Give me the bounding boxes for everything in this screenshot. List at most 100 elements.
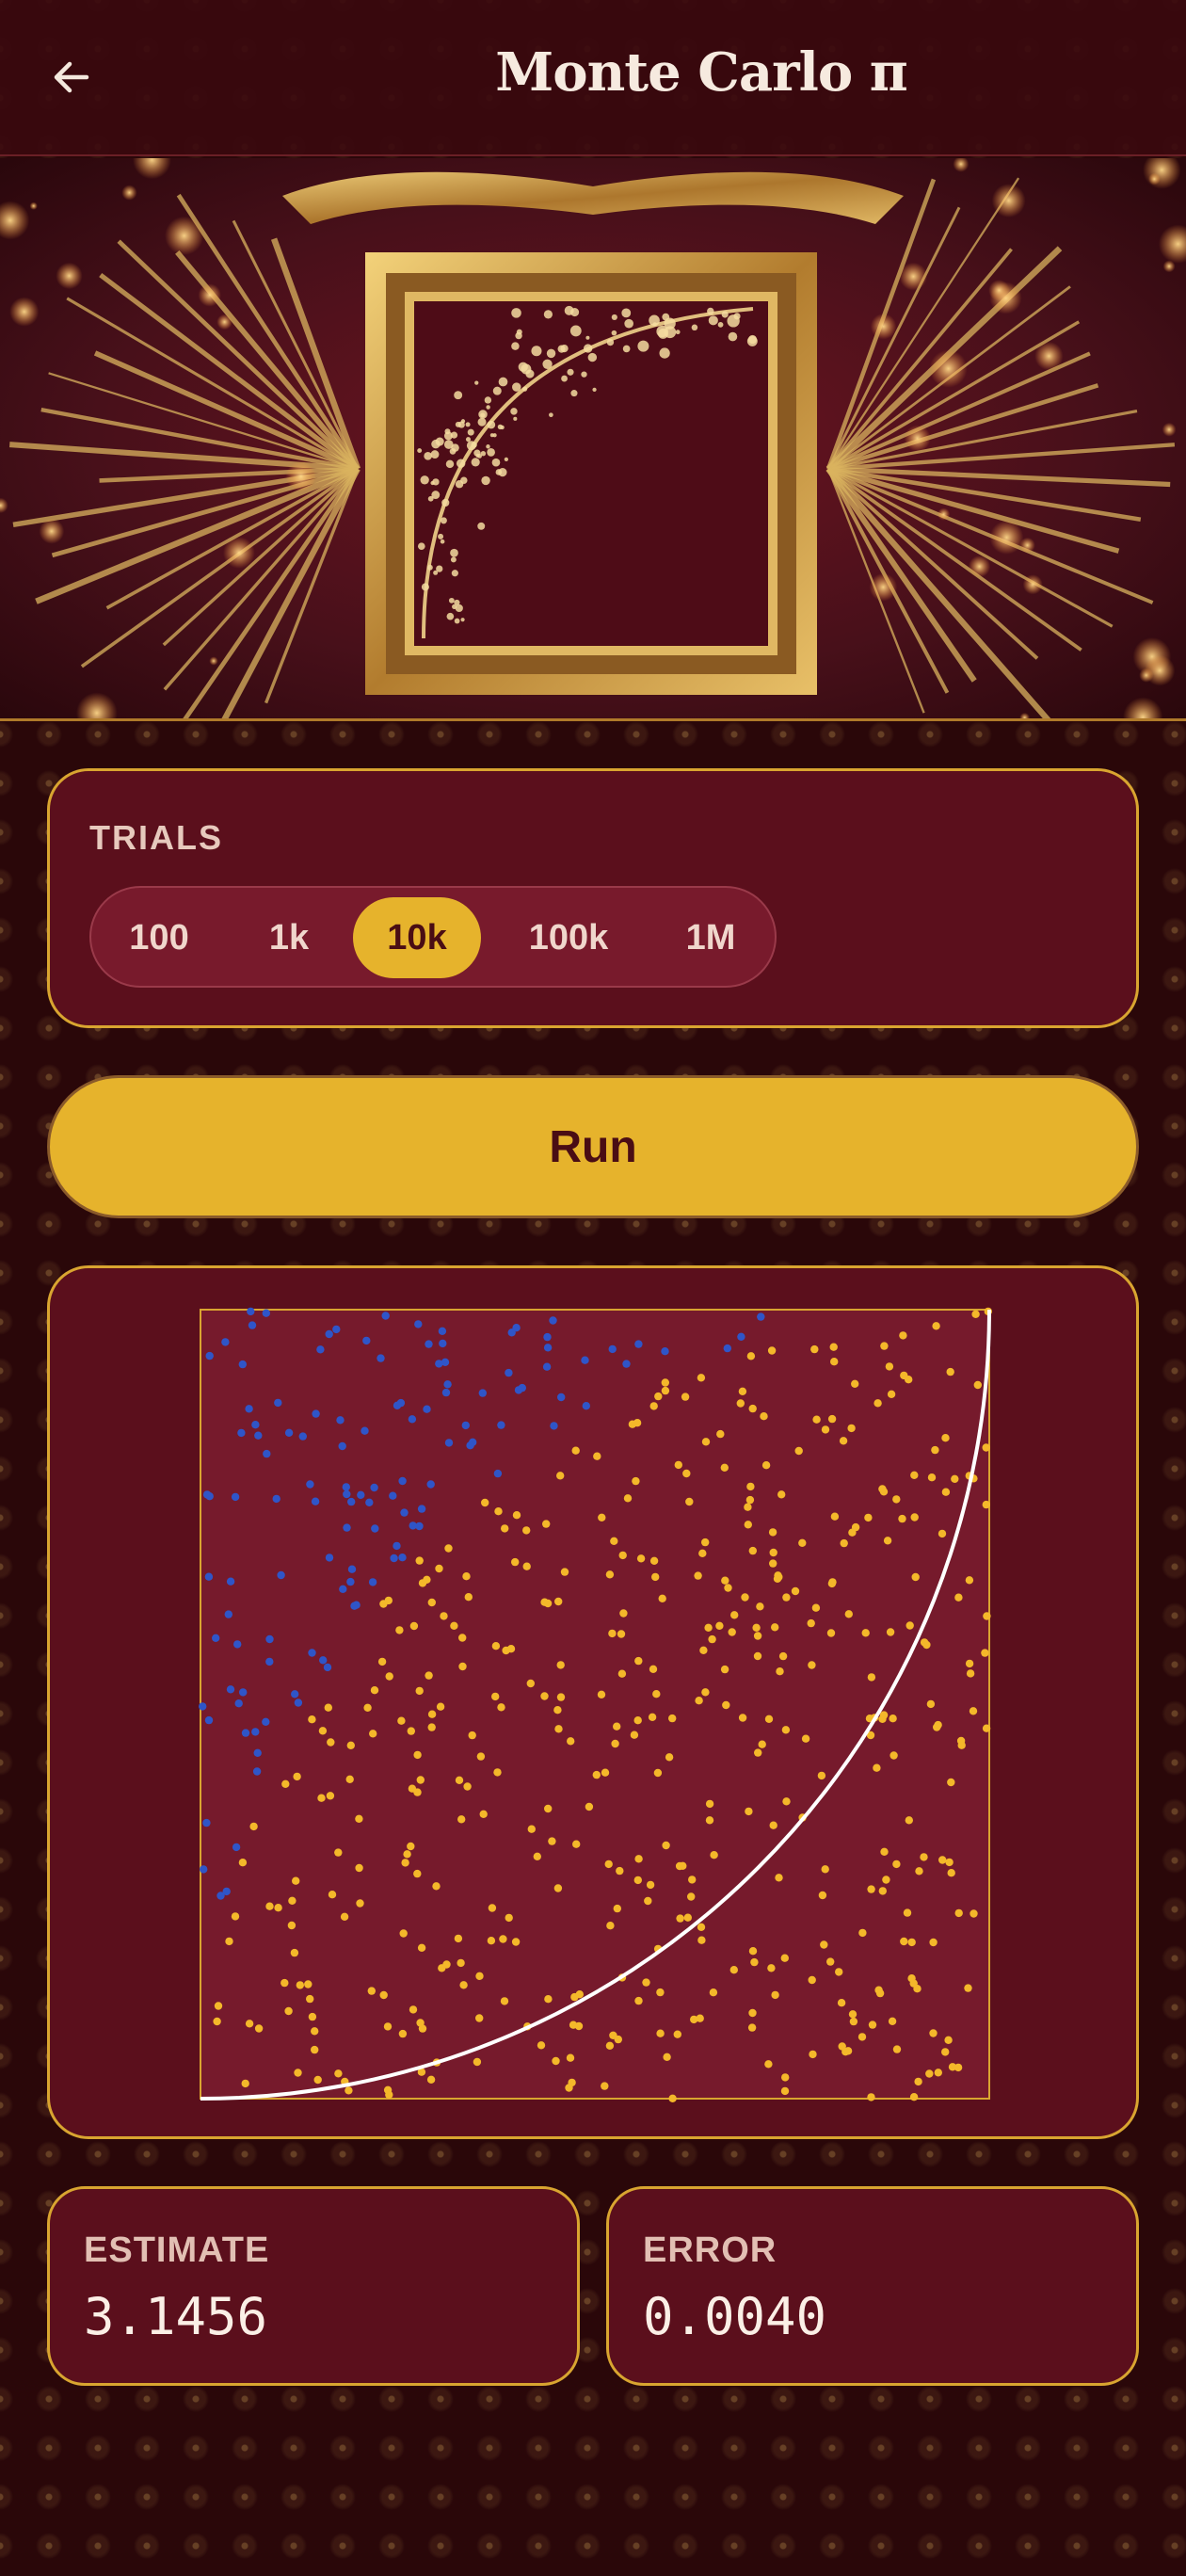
- sample-point-inside: [851, 1379, 859, 1388]
- sample-point-inside: [982, 1500, 990, 1509]
- sample-point-inside: [748, 1546, 757, 1555]
- sample-point-inside: [808, 1975, 816, 1985]
- sample-point-outside: [393, 1541, 401, 1551]
- sample-point-inside: [502, 1646, 510, 1655]
- sample-point-inside: [383, 2022, 393, 2031]
- trials-option-100[interactable]: 100: [103, 897, 216, 978]
- sample-point-inside: [317, 1794, 326, 1802]
- sample-point-inside: [941, 1488, 951, 1496]
- sample-point-inside: [697, 1936, 706, 1944]
- sample-point-inside: [355, 1814, 363, 1823]
- sample-point-inside: [280, 1978, 289, 1988]
- sample-point-outside: [361, 1426, 369, 1435]
- sample-point-inside: [450, 1621, 458, 1630]
- sample-point-inside: [965, 1659, 974, 1668]
- sample-point-outside: [381, 1312, 390, 1320]
- run-button[interactable]: Run: [47, 1075, 1139, 1218]
- sample-point-inside: [403, 1850, 411, 1859]
- sample-point-inside: [287, 1921, 296, 1930]
- sample-point-outside: [557, 1393, 566, 1402]
- sample-point-outside: [253, 1748, 262, 1757]
- sample-point-inside: [476, 1752, 486, 1761]
- sample-point-inside: [890, 1751, 898, 1760]
- sample-point-inside: [736, 1399, 745, 1408]
- sample-point-inside: [821, 1425, 830, 1434]
- sample-point-inside: [947, 1869, 955, 1877]
- sample-point-inside: [231, 1912, 240, 1921]
- sample-point-inside: [654, 1392, 663, 1401]
- sample-point-inside: [459, 1981, 468, 1989]
- sample-point-inside: [426, 2075, 436, 2084]
- sample-point-outside: [316, 1345, 325, 1354]
- sample-point-inside: [598, 1513, 606, 1521]
- sample-point-inside: [875, 1988, 885, 1998]
- sample-point-inside: [311, 2027, 319, 2036]
- sample-point-inside: [748, 2008, 757, 2018]
- sample-point-inside: [780, 1954, 789, 1962]
- sample-point-inside: [811, 1603, 821, 1612]
- sample-point-inside: [982, 1443, 990, 1452]
- sample-point-inside: [458, 1662, 467, 1671]
- sample-point-inside: [468, 1731, 476, 1740]
- sample-point-inside: [290, 1948, 299, 1957]
- sample-point-inside: [540, 1692, 549, 1700]
- sample-point-inside: [241, 2079, 249, 2088]
- sample-point-outside: [350, 1602, 359, 1610]
- sample-point-inside: [512, 1511, 521, 1520]
- sample-point-inside: [826, 1629, 836, 1637]
- sample-point-inside: [432, 1882, 441, 1891]
- trials-option-1k[interactable]: 1k: [232, 897, 345, 978]
- sample-point-outside: [581, 1356, 589, 1364]
- sample-point-outside: [325, 1329, 333, 1339]
- sample-point-inside: [662, 1841, 670, 1850]
- sample-point-inside: [965, 1576, 974, 1585]
- sample-point-inside: [951, 1474, 959, 1483]
- sample-point-inside: [427, 1598, 436, 1607]
- trials-option-10k[interactable]: 10k: [353, 897, 481, 978]
- sample-point-outside: [232, 1843, 241, 1852]
- sample-point-inside: [932, 1322, 940, 1330]
- sample-point-inside: [409, 1621, 419, 1631]
- sample-point-inside: [769, 1559, 777, 1568]
- sample-point-inside: [966, 1669, 975, 1678]
- sample-point-outside: [291, 1690, 299, 1699]
- sample-point-inside: [543, 1599, 553, 1608]
- sample-point-inside: [284, 2006, 293, 2016]
- sample-point-inside: [544, 1995, 553, 2004]
- sample-point-inside: [435, 1564, 443, 1573]
- sample-point-outside: [493, 1469, 503, 1478]
- sample-point-inside: [798, 1538, 807, 1547]
- trials-option-1m[interactable]: 1M: [656, 897, 765, 978]
- sample-point-outside: [284, 1428, 294, 1437]
- sample-point-inside: [668, 2094, 677, 2102]
- sample-point-inside: [533, 1852, 541, 1860]
- sample-point-outside: [439, 1339, 447, 1348]
- sample-point-inside: [570, 1992, 579, 2002]
- sample-point-inside: [774, 1571, 782, 1580]
- trials-selector: 100 1k 10k 100k 1M: [89, 886, 777, 988]
- sample-point-inside: [634, 1996, 643, 2005]
- sample-point-outside: [234, 1699, 243, 1708]
- sample-point-inside: [781, 1726, 791, 1734]
- sample-point-outside: [549, 1316, 557, 1325]
- sample-point-inside: [444, 1544, 453, 1553]
- sample-point-outside: [409, 1521, 417, 1530]
- sample-point-outside: [342, 1483, 350, 1491]
- sample-point-inside: [687, 1892, 696, 1901]
- sample-point-inside: [601, 1768, 610, 1777]
- sample-point-inside: [744, 1503, 752, 1511]
- sample-point-inside: [867, 2093, 875, 2101]
- sample-point-inside: [566, 2053, 575, 2062]
- sample-point-inside: [821, 1865, 829, 1874]
- sample-point-inside: [867, 1885, 875, 1893]
- sample-point-inside: [487, 1937, 496, 1945]
- sample-point-inside: [835, 1968, 843, 1976]
- sample-point-outside: [400, 1508, 409, 1517]
- trials-option-100k[interactable]: 100k: [498, 897, 639, 978]
- sample-point-outside: [319, 1656, 328, 1665]
- sample-point-inside: [560, 1568, 569, 1576]
- sample-point-inside: [649, 1665, 658, 1673]
- sample-point-inside: [973, 1380, 982, 1390]
- sample-point-inside: [367, 1987, 376, 1995]
- sample-point-outside: [251, 1728, 260, 1736]
